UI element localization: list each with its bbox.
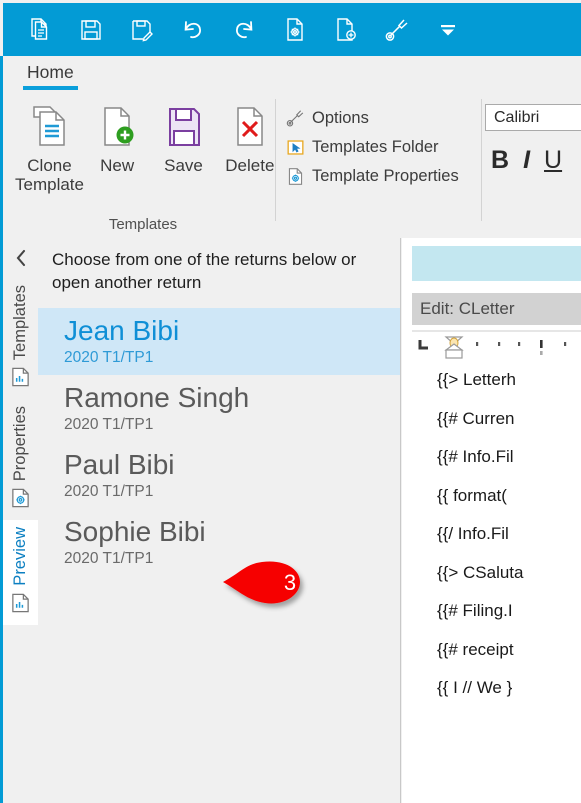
templates-folder-button[interactable]: Templates Folder (279, 133, 474, 162)
new-template-label: New (100, 156, 135, 175)
new-template-icon (95, 102, 139, 152)
return-list-item-paul-bibi[interactable]: Paul Bibi 2020 T1/TP1 (38, 442, 400, 509)
save-as-icon[interactable] (127, 13, 157, 47)
add-document-icon[interactable] (331, 13, 361, 47)
return-list-item-sophie-bibi[interactable]: Sophie Bibi 2020 T1/TP1 (38, 509, 400, 576)
undo-icon[interactable] (178, 13, 208, 47)
return-year: 2020 T1/TP1 (64, 550, 154, 568)
templates-group-label: Templates (108, 216, 178, 233)
template-line: {{/ Info.Fil (437, 524, 509, 544)
save-template-label: Save (164, 156, 203, 175)
return-panel-heading: Choose from one of the returns below or … (52, 250, 357, 293)
sidebar-tab-templates-label: Templates (11, 285, 29, 361)
save-icon[interactable] (76, 13, 106, 47)
template-properties-icon (285, 167, 305, 187)
save-template-button[interactable]: Save (150, 96, 216, 175)
sidebar-tab-templates[interactable]: Templates (3, 278, 38, 399)
template-properties-button[interactable]: Template Properties (279, 162, 474, 191)
return-list-item-ramone-singh[interactable]: Ramone Singh 2020 T1/TP1 (38, 375, 400, 442)
templates-folder-label: Templates Folder (312, 138, 439, 156)
template-line: {{# receipt (437, 639, 514, 659)
template-line: {{> CSaluta (437, 562, 524, 582)
sidebar-tab-properties-label: Properties (11, 406, 29, 482)
font-name-combobox[interactable]: Calibri (485, 104, 581, 131)
folder-cursor-icon (285, 138, 305, 158)
preview-tab-icon (10, 592, 31, 619)
font-style-row: B I U (485, 148, 581, 173)
template-line: {{> Letterh (437, 370, 516, 389)
save-template-icon (162, 102, 206, 152)
sidebar-tab-preview[interactable]: Preview (3, 520, 38, 626)
return-name: Jean Bibi (64, 315, 180, 347)
return-list-item-jean-bibi[interactable]: Jean Bibi 2020 T1/TP1 (38, 308, 400, 376)
template-line: {{ format( (437, 485, 507, 505)
return-list: Jean Bibi 2020 T1/TP1 Ramone Singh 2020 … (38, 308, 400, 576)
ribbon-divider-2 (481, 99, 482, 221)
options-label: Options (312, 109, 369, 127)
editor-ruler[interactable] (412, 330, 581, 360)
return-name: Sophie Bibi (64, 516, 206, 548)
return-selection-panel: Choose from one of the returns below or … (38, 238, 401, 803)
side-tab-strip: Templates Properties Preview (0, 238, 38, 803)
chevron-left-icon[interactable] (3, 238, 38, 278)
template-line: {{# Filing.I (437, 601, 513, 621)
clone-template-button[interactable]: Clone Template (15, 96, 84, 194)
tab-home[interactable]: Home (23, 62, 78, 90)
redo-icon[interactable] (229, 13, 259, 47)
wrench-icon[interactable] (382, 13, 412, 47)
ribbon-group-templates: Clone Template New Save Delete Templates (3, 96, 283, 238)
return-year: 2020 T1/TP1 (64, 349, 154, 367)
customize-dropdown-icon[interactable] (433, 13, 463, 47)
template-properties-label: Template Properties (312, 167, 459, 185)
template-editor-pane: Edit: CLetter {{> Letterh {{# Curren {{#… (402, 238, 581, 803)
quick-access-toolbar (3, 3, 581, 56)
main-area: Templates Properties Preview Choose from… (0, 238, 581, 803)
clone-template-icon (27, 102, 71, 152)
clone-template-label: Clone Template (15, 156, 84, 195)
sidebar-tab-properties[interactable]: Properties (3, 399, 38, 520)
template-line: {{ I // We } (437, 678, 513, 698)
return-year: 2020 T1/TP1 (64, 416, 154, 434)
return-name: Ramone Singh (64, 382, 250, 414)
delete-template-button[interactable]: Delete (217, 96, 283, 175)
new-template-button[interactable]: New (84, 96, 150, 175)
delete-template-label: Delete (225, 156, 275, 175)
ribbon-tab-bar: Home (3, 56, 581, 92)
bold-button[interactable]: B (491, 148, 509, 173)
delete-template-icon (228, 102, 272, 152)
new-document-icon[interactable] (25, 13, 55, 47)
document-settings-icon[interactable] (280, 13, 310, 47)
italic-button[interactable]: I (523, 148, 530, 173)
underline-button[interactable]: U (544, 148, 562, 173)
wrench-icon (285, 109, 305, 129)
ribbon-group-template-actions: Options Templates Folder Template Proper… (279, 104, 474, 191)
return-year: 2020 T1/TP1 (64, 483, 154, 501)
template-source-text[interactable]: {{> Letterh {{# Curren {{# Info.Fil {{ f… (402, 370, 581, 717)
properties-tab-icon (10, 487, 31, 514)
template-line: {{# Info.Fil (437, 447, 514, 467)
editor-title-bar: Edit: CLetter (412, 293, 581, 325)
template-line: {{# Curren (437, 408, 515, 428)
options-button[interactable]: Options (279, 104, 474, 133)
editor-top-band (412, 246, 581, 281)
return-name: Paul Bibi (64, 449, 175, 481)
ribbon-group-font: Calibri B I U (485, 104, 581, 173)
ribbon: Home Clone Template New Save Delete Temp… (0, 56, 581, 238)
application-window: Home Clone Template New Save Delete Temp… (0, 0, 581, 803)
sidebar-tab-preview-label: Preview (11, 527, 29, 587)
templates-tab-icon (10, 366, 31, 393)
